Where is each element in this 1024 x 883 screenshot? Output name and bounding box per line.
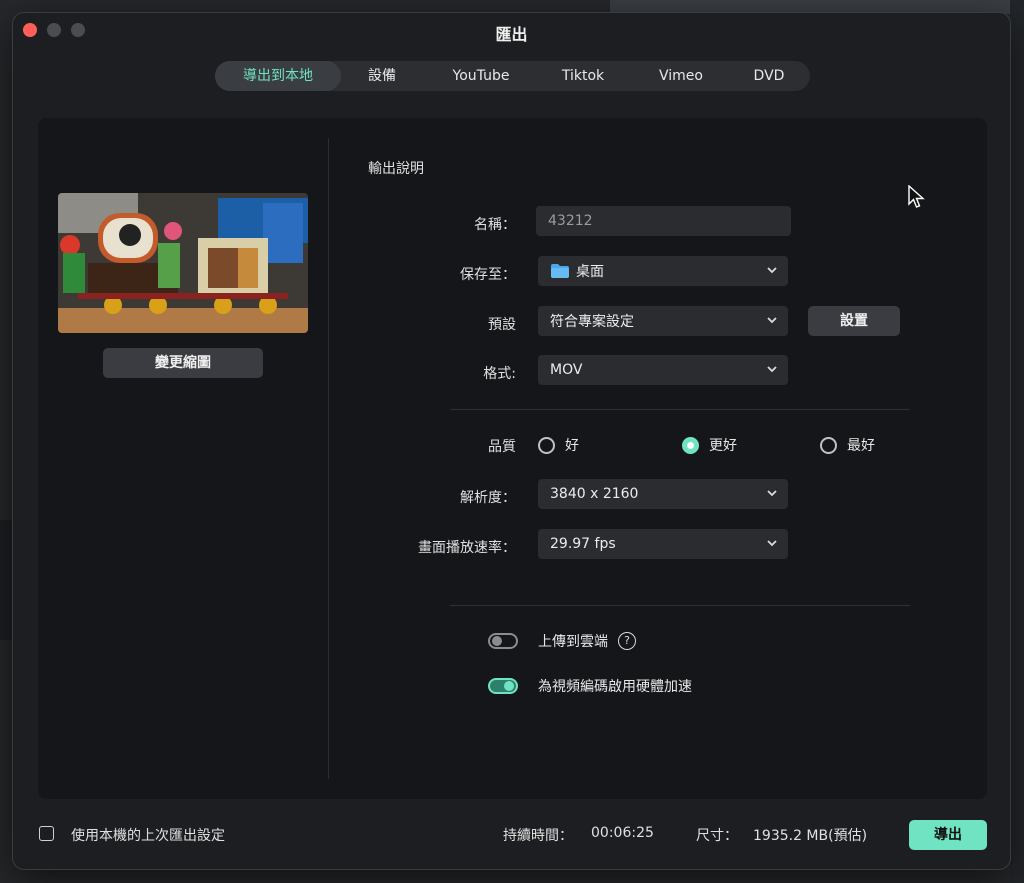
change-thumbnail-button[interactable]: 變更縮圖 bbox=[103, 348, 263, 378]
folder-icon bbox=[551, 264, 569, 278]
name-input-value: 43212 bbox=[548, 213, 593, 229]
name-label: 名稱： bbox=[474, 217, 516, 233]
use-last-settings-label: 使用本機的上次匯出設定 bbox=[71, 828, 225, 844]
save-to-label: 保存至： bbox=[460, 267, 516, 283]
chevron-down-icon bbox=[767, 366, 777, 373]
use-last-settings-checkbox[interactable] bbox=[39, 826, 54, 841]
section-divider bbox=[450, 409, 910, 410]
duration-value: 00:06:25 bbox=[591, 825, 654, 841]
tab-youtube[interactable]: YouTube bbox=[423, 61, 539, 91]
quality-label: 品質 bbox=[488, 439, 516, 455]
dialog-title: 匯出 bbox=[495, 25, 528, 44]
preset-select[interactable]: 符合專案設定 bbox=[538, 306, 788, 336]
format-value: MOV bbox=[550, 362, 583, 378]
quality-option-better[interactable]: 更好 bbox=[682, 435, 737, 455]
background-panel-right bbox=[1010, 0, 1024, 883]
video-thumbnail bbox=[58, 193, 308, 333]
resolution-select[interactable]: 3840 x 2160 bbox=[538, 479, 788, 509]
help-icon[interactable]: ? bbox=[618, 632, 636, 650]
upload-cloud-row: 上傳到雲端 ? bbox=[488, 631, 636, 651]
section-divider bbox=[450, 605, 910, 606]
preset-label: 預設 bbox=[488, 317, 516, 333]
tab-export-local[interactable]: 導出到本地 bbox=[215, 61, 341, 91]
name-input[interactable]: 43212 bbox=[536, 206, 791, 236]
hw-accel-label: 為視頻編碼啟用硬體加速 bbox=[538, 679, 692, 695]
format-label: 格式: bbox=[483, 366, 516, 382]
export-dialog: 匯出 導出到本地 設備 YouTube Tiktok Vimeo DVD 變更縮… bbox=[12, 12, 1011, 870]
chevron-down-icon bbox=[767, 267, 777, 274]
tab-device[interactable]: 設備 bbox=[341, 61, 423, 91]
frame-rate-select[interactable]: 29.97 fps bbox=[538, 529, 788, 559]
radio-selected-icon bbox=[682, 436, 699, 454]
chevron-down-icon bbox=[767, 540, 777, 547]
quality-option-best[interactable]: 最好 bbox=[820, 435, 875, 455]
export-settings-panel: 變更縮圖 輸出說明 名稱： 43212 保存至： 桌面 預設 符合專案設定 設置… bbox=[38, 118, 987, 799]
tab-dvd[interactable]: DVD bbox=[735, 61, 803, 91]
frame-rate-label: 畫面播放速率： bbox=[418, 540, 516, 556]
duration-label: 持續時間： bbox=[503, 828, 573, 844]
tab-tiktok[interactable]: Tiktok bbox=[539, 61, 627, 91]
export-target-tabs: 導出到本地 設備 YouTube Tiktok Vimeo DVD bbox=[215, 61, 810, 91]
radio-icon bbox=[538, 436, 555, 454]
hw-accel-row: 為視頻編碼啟用硬體加速 bbox=[488, 676, 692, 696]
resolution-value: 3840 x 2160 bbox=[550, 486, 639, 502]
format-select[interactable]: MOV bbox=[538, 355, 788, 385]
resolution-label: 解析度： bbox=[460, 490, 516, 506]
upload-cloud-label: 上傳到雲端 bbox=[538, 634, 608, 650]
preset-settings-button[interactable]: 設置 bbox=[808, 306, 900, 336]
mouse-cursor-icon bbox=[908, 185, 925, 208]
tab-vimeo[interactable]: Vimeo bbox=[627, 61, 735, 91]
section-title: 輸出說明 bbox=[368, 161, 424, 177]
size-value: 1935.2 MB(預估) bbox=[753, 828, 868, 844]
export-button[interactable]: 導出 bbox=[909, 820, 987, 850]
frame-rate-value: 29.97 fps bbox=[550, 536, 616, 552]
save-to-select[interactable]: 桌面 bbox=[538, 256, 788, 286]
panel-divider bbox=[328, 138, 329, 779]
chevron-down-icon bbox=[767, 317, 777, 324]
quality-option-good[interactable]: 好 bbox=[538, 435, 579, 455]
radio-icon bbox=[820, 436, 837, 454]
preset-value: 符合專案設定 bbox=[550, 314, 634, 330]
save-to-value: 桌面 bbox=[576, 264, 604, 280]
chevron-down-icon bbox=[767, 490, 777, 497]
upload-cloud-toggle[interactable] bbox=[488, 633, 518, 649]
hw-accel-toggle[interactable] bbox=[488, 678, 518, 694]
size-label: 尺寸： bbox=[696, 828, 738, 844]
